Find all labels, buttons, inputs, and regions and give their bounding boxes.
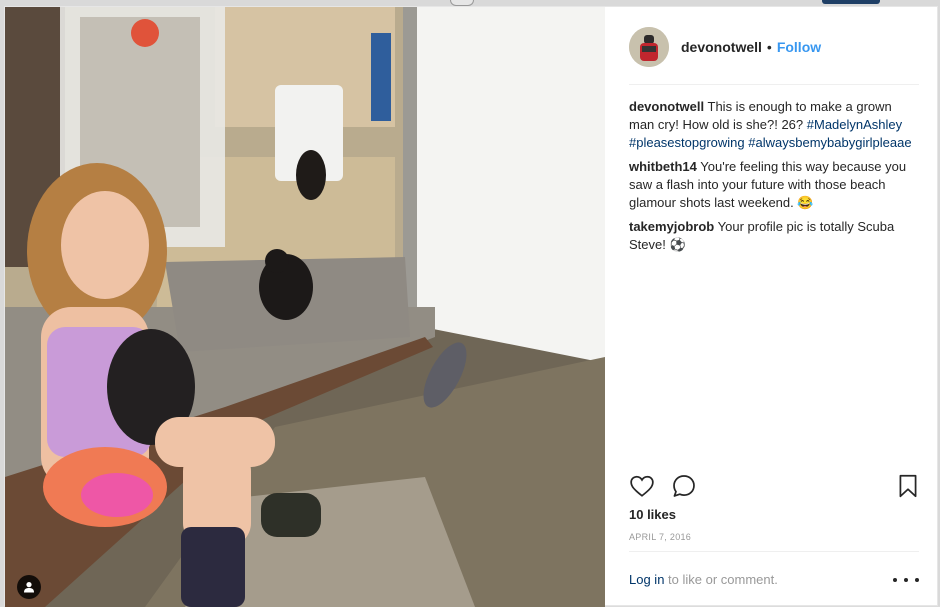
list-item: whitbeth14 You're feeling this way becau… [629, 158, 919, 212]
like-count[interactable]: 10 likes [629, 507, 676, 522]
more-dot [904, 578, 908, 582]
bookmark-icon[interactable] [895, 473, 921, 499]
header-divider [629, 84, 919, 85]
follow-button[interactable]: Follow [777, 39, 821, 55]
caption: devonotwell This is enough to make a gro… [629, 98, 919, 152]
post-header: devonotwell • Follow [629, 27, 919, 67]
more-dot [893, 578, 897, 582]
post-username[interactable]: devonotwell [681, 39, 762, 55]
comment-username[interactable]: takemyjobrob [629, 219, 714, 234]
comment-bubble-icon[interactable] [671, 473, 697, 499]
top-button-remnant[interactable] [822, 0, 880, 4]
comments-list: devonotwell This is enough to make a gro… [629, 98, 919, 260]
header-separator: • [766, 39, 772, 55]
avatar[interactable] [629, 27, 669, 67]
post-date[interactable]: APRIL 7, 2016 [629, 532, 691, 542]
caption-username[interactable]: devonotwell [629, 99, 704, 114]
user-tag-icon[interactable] [17, 575, 41, 599]
more-dot [915, 578, 919, 582]
footer-divider [629, 551, 919, 552]
hashtag-link[interactable]: #alwaysbemybabygirlpleaae [748, 135, 911, 150]
hashtag-link[interactable]: #MadelynAshley [807, 117, 902, 132]
hashtag-link[interactable]: #pleasestopgrowing [629, 135, 745, 150]
post-side-panel: devonotwell • Follow devonotwell This is… [605, 7, 939, 607]
login-prompt-text: to like or comment. [664, 572, 778, 587]
login-link[interactable]: Log in [629, 572, 664, 587]
more-options-icon[interactable] [893, 573, 919, 587]
action-bar [627, 473, 921, 501]
browser-viewport: devonotwell • Follow devonotwell This is… [0, 0, 940, 607]
list-item: takemyjobrob Your profile pic is totally… [629, 218, 919, 254]
heart-icon[interactable] [629, 473, 655, 499]
comment-username[interactable]: whitbeth14 [629, 159, 697, 174]
post-photo[interactable] [5, 7, 605, 607]
photo-illustration [5, 7, 605, 607]
login-prompt: Log in to like or comment. [629, 572, 778, 587]
instagram-post-card: devonotwell • Follow devonotwell This is… [4, 6, 939, 607]
